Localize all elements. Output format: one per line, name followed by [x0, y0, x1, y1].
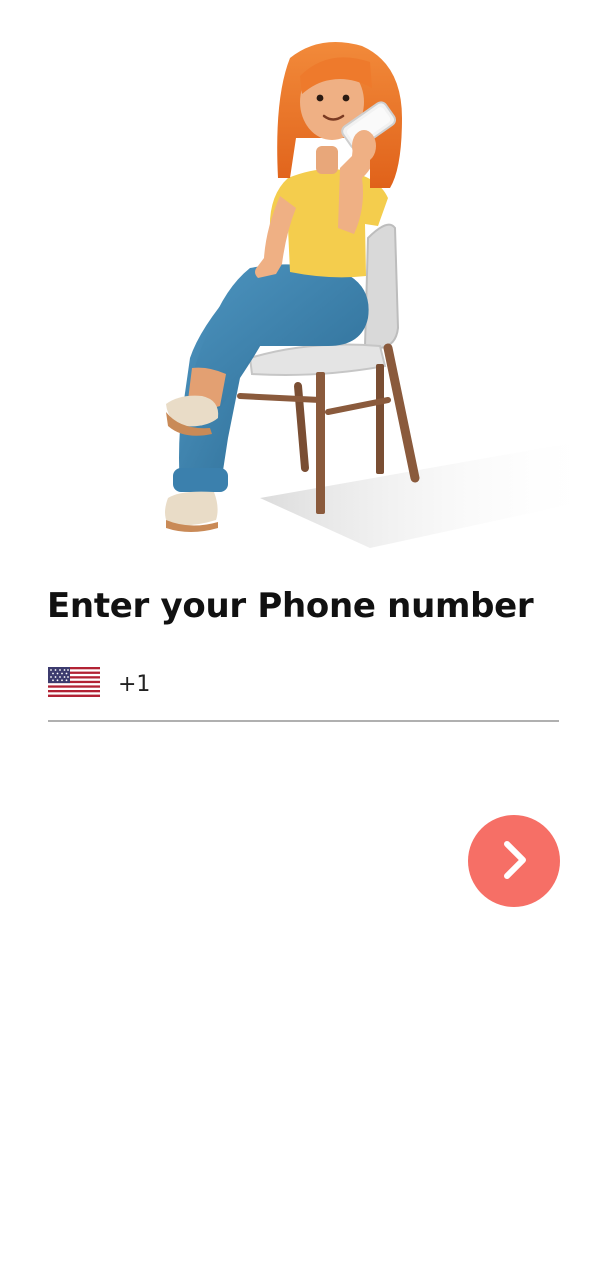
page-title: Enter your Phone number: [47, 586, 534, 626]
us-flag-icon[interactable]: [48, 667, 100, 697]
phone-number-row: +1: [48, 662, 560, 722]
phone-input-underline: [48, 720, 559, 722]
phone-number-input[interactable]: [156, 666, 560, 708]
dial-code: +1: [118, 672, 151, 697]
next-button[interactable]: [468, 815, 560, 907]
chevron-right-icon: [494, 836, 534, 887]
woman-on-phone-illustration: [140, 28, 600, 558]
